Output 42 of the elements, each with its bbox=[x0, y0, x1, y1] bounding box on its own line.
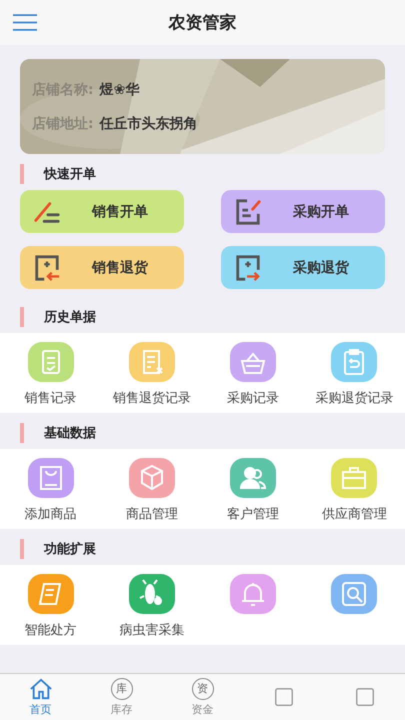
app-title: 农资管家 bbox=[168, 12, 236, 34]
quick-order-button[interactable]: 销售退货 bbox=[20, 246, 184, 289]
people-icon[interactable] bbox=[230, 458, 276, 498]
section-title: 快速开单 bbox=[44, 166, 96, 183]
menu-item-label[interactable]: 商品管理 bbox=[126, 505, 178, 523]
section-title: 功能扩展 bbox=[44, 540, 96, 558]
section-marker bbox=[20, 164, 24, 184]
tab-icon[interactable]: 库 bbox=[110, 678, 132, 700]
store-name: 煜❀华 bbox=[100, 80, 140, 98]
toolbox-icon[interactable] bbox=[331, 458, 378, 498]
section-title: 历史单据 bbox=[44, 309, 96, 326]
menu-item-label[interactable]: 销售退货记录 bbox=[112, 389, 191, 407]
bug-icon[interactable] bbox=[128, 574, 175, 614]
quick-order-button[interactable]: 采购退货 bbox=[221, 246, 385, 289]
bell-icon[interactable] bbox=[230, 574, 276, 614]
bag-icon[interactable] bbox=[28, 458, 74, 498]
tab-label[interactable]: 首页 bbox=[30, 702, 52, 716]
menu-item-label[interactable]: 添加商品 bbox=[24, 505, 77, 523]
section-marker bbox=[20, 423, 24, 443]
search-icon[interactable] bbox=[331, 574, 378, 614]
notepad-icon[interactable] bbox=[28, 342, 74, 382]
menu-icon[interactable] bbox=[13, 14, 37, 31]
quick-order-button[interactable]: 销售开单 bbox=[20, 190, 184, 233]
section-marker bbox=[20, 539, 24, 559]
menu-item-label[interactable]: 病虫害采集 bbox=[119, 621, 184, 639]
list-cross-icon[interactable] bbox=[128, 342, 175, 382]
section-marker bbox=[20, 307, 24, 327]
section-title: 基础数据 bbox=[44, 425, 96, 442]
basket-icon[interactable] bbox=[230, 342, 276, 382]
tab-icon[interactable]: 资 bbox=[192, 678, 214, 700]
menu-item-label[interactable]: 供应商管理 bbox=[322, 505, 387, 523]
home-icon[interactable] bbox=[28, 678, 52, 700]
clipboard-return-icon[interactable] bbox=[331, 342, 378, 382]
box-icon[interactable] bbox=[128, 458, 175, 498]
scroll-icon[interactable] bbox=[28, 574, 74, 614]
menu-item-label[interactable]: 销售记录 bbox=[24, 389, 77, 407]
menu-item-label[interactable]: 采购退货记录 bbox=[315, 389, 394, 407]
store-address: 任丘市头东拐角 bbox=[100, 114, 198, 132]
menu-item-label[interactable]: 客户管理 bbox=[227, 505, 280, 523]
quick-order-button[interactable]: 采购开单 bbox=[221, 190, 385, 233]
menu-item-label[interactable]: 智能处方 bbox=[24, 621, 77, 639]
menu-item-label[interactable]: 采购记录 bbox=[227, 389, 280, 407]
